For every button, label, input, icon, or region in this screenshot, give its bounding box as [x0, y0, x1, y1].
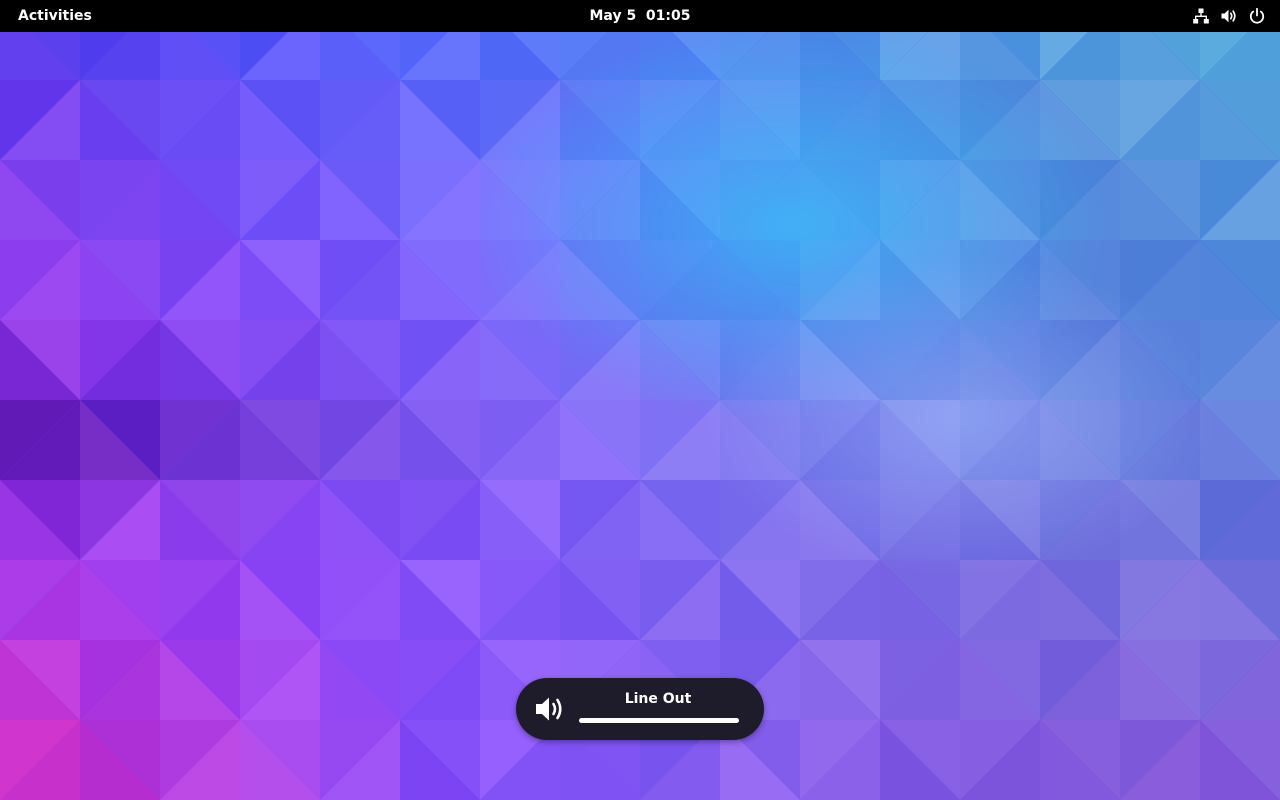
desktop: Activities May 5 01:05 Line Out: [0, 0, 1280, 800]
activities-button[interactable]: Activities: [8, 3, 102, 29]
volume-level-bar: [579, 718, 739, 723]
volume-level-fill: [579, 718, 739, 723]
network-wired-icon: [1193, 8, 1209, 24]
clock-button[interactable]: May 5 01:05: [579, 3, 700, 29]
volume-osd-popup: Line Out: [516, 678, 764, 740]
power-icon: [1249, 7, 1265, 24]
output-device-label: Line Out: [624, 691, 692, 707]
volume-high-icon: [1221, 9, 1236, 23]
volume-high-icon: [536, 697, 562, 721]
top-bar: Activities May 5 01:05: [0, 0, 1280, 32]
system-status-menu[interactable]: [1186, 3, 1272, 29]
